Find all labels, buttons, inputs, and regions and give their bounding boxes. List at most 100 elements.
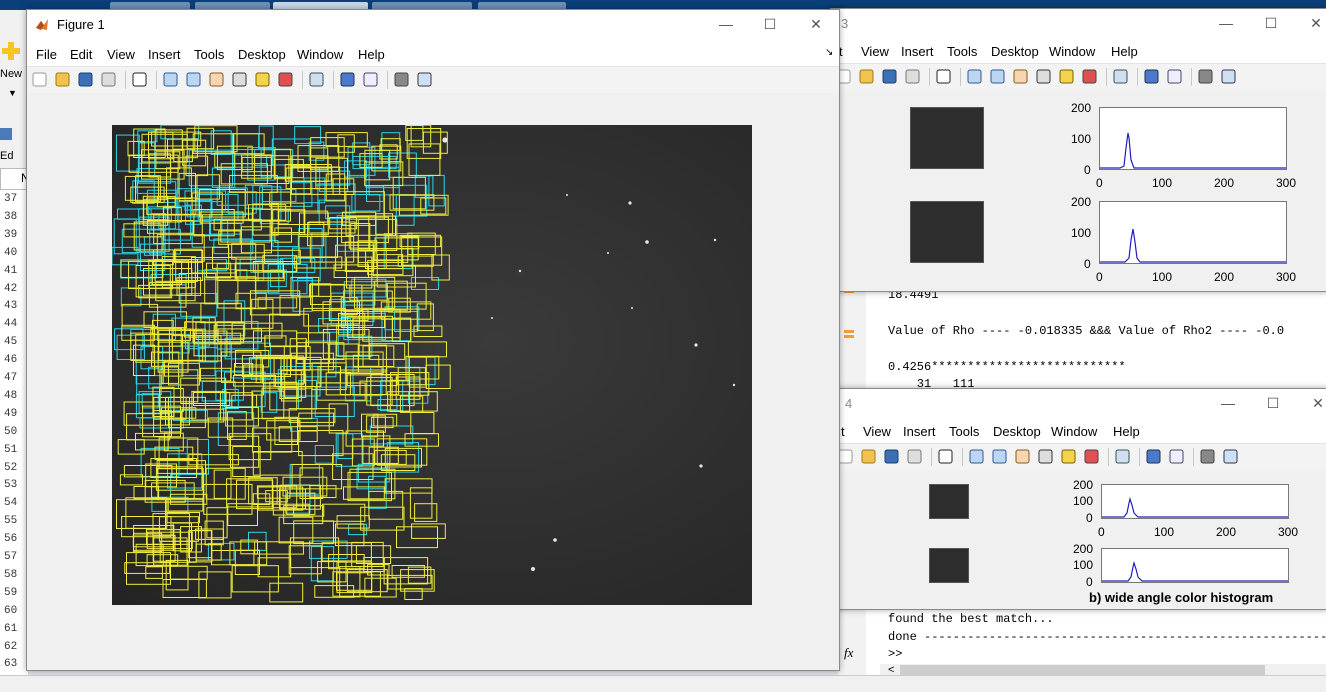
open-file-icon[interactable] bbox=[860, 448, 877, 465]
cmd-prompt[interactable]: >> bbox=[888, 647, 902, 661]
menu-window[interactable]: Window bbox=[1051, 424, 1097, 439]
minimize-icon[interactable]: — bbox=[1211, 13, 1241, 33]
maximize-icon[interactable]: ☐ bbox=[1256, 13, 1286, 33]
colorbar-icon[interactable] bbox=[1143, 68, 1160, 85]
menu-desktop[interactable]: Desktop bbox=[991, 44, 1039, 59]
y-tick: 100 bbox=[1071, 226, 1092, 240]
zoom-in-icon[interactable] bbox=[162, 71, 179, 88]
zoom-out-icon[interactable] bbox=[185, 71, 202, 88]
menu-window[interactable]: Window bbox=[1049, 44, 1095, 59]
fx-icon[interactable]: fx bbox=[844, 645, 853, 661]
zoom-in-icon[interactable] bbox=[968, 448, 985, 465]
new-plus-icon[interactable] bbox=[0, 40, 22, 62]
show-plot-tools-icon[interactable] bbox=[1220, 68, 1237, 85]
dock-arrow-icon[interactable]: ↘ bbox=[825, 47, 833, 58]
rotate-icon[interactable] bbox=[1035, 68, 1052, 85]
print-icon[interactable] bbox=[100, 71, 117, 88]
menu-window[interactable]: Window bbox=[297, 47, 343, 62]
close-icon[interactable]: ✕ bbox=[1301, 13, 1326, 33]
chevron-down-icon[interactable]: ▼ bbox=[8, 88, 17, 98]
menu-view[interactable]: View bbox=[861, 44, 889, 59]
pan-icon[interactable] bbox=[1012, 68, 1029, 85]
pan-icon[interactable] bbox=[1014, 448, 1031, 465]
pointer-icon[interactable] bbox=[937, 448, 954, 465]
close-icon[interactable]: ✕ bbox=[1303, 393, 1326, 413]
legend-icon[interactable] bbox=[362, 71, 379, 88]
data-cursor-icon[interactable] bbox=[1060, 448, 1077, 465]
brush-icon[interactable] bbox=[1083, 448, 1100, 465]
print-icon[interactable] bbox=[906, 448, 923, 465]
y-tick: 200 bbox=[1073, 542, 1094, 556]
link-plot-icon[interactable] bbox=[308, 71, 325, 88]
zoom-out-icon[interactable] bbox=[991, 448, 1008, 465]
link-plot-icon[interactable] bbox=[1112, 68, 1129, 85]
cmd-output-line: found the best match... bbox=[888, 612, 1054, 626]
colorbar-icon[interactable] bbox=[1145, 448, 1162, 465]
toolbar-separator bbox=[960, 68, 961, 86]
line-number: 43 bbox=[4, 300, 18, 313]
menu-view[interactable]: View bbox=[863, 424, 891, 439]
new-file-icon[interactable] bbox=[31, 71, 48, 88]
menu-insert[interactable]: Insert bbox=[903, 424, 936, 439]
menu-insert[interactable]: Insert bbox=[148, 47, 181, 62]
figure-4-titlebar[interactable]: 4 — ☐ ✕ bbox=[833, 389, 1326, 417]
menu-tools[interactable]: Tools bbox=[947, 44, 977, 59]
figure-1-window[interactable]: Figure 1 — ☐ ✕ File Edit View Insert Too… bbox=[26, 9, 840, 671]
figure-3-titlebar[interactable]: 3 — ☐ ✕ bbox=[831, 9, 1326, 37]
save-icon[interactable] bbox=[883, 448, 900, 465]
minimize-icon[interactable]: — bbox=[1213, 393, 1243, 413]
rotate-icon[interactable] bbox=[1037, 448, 1054, 465]
rotate-icon[interactable] bbox=[231, 71, 248, 88]
link-plot-icon[interactable] bbox=[1114, 448, 1131, 465]
minimize-icon[interactable]: — bbox=[711, 14, 741, 34]
menu-view[interactable]: View bbox=[107, 47, 135, 62]
editor-line-gutter: 37 38 39 40 41 42 43 44 45 46 47 48 49 50 51 52 53 54 55 56… bbox=[0, 190, 29, 675]
menu-help[interactable]: Help bbox=[1111, 44, 1138, 59]
show-plot-tools-icon[interactable] bbox=[1222, 448, 1239, 465]
zoom-out-icon[interactable] bbox=[989, 68, 1006, 85]
colorbar-icon[interactable] bbox=[339, 71, 356, 88]
menu-desktop[interactable]: Desktop bbox=[238, 47, 286, 62]
menu-insert[interactable]: Insert bbox=[901, 44, 934, 59]
bright-spot bbox=[531, 567, 535, 571]
menu-tools[interactable]: Tools bbox=[194, 47, 224, 62]
close-icon[interactable]: ✕ bbox=[801, 14, 831, 34]
hide-plot-tools-icon[interactable] bbox=[1197, 68, 1214, 85]
new-button-label[interactable]: New bbox=[0, 68, 22, 80]
brush-icon[interactable] bbox=[277, 71, 294, 88]
open-file-icon[interactable] bbox=[54, 71, 71, 88]
menu-help[interactable]: Help bbox=[1113, 424, 1140, 439]
toolbar-separator bbox=[1193, 448, 1194, 466]
menu-desktop[interactable]: Desktop bbox=[993, 424, 1041, 439]
data-cursor-icon[interactable] bbox=[254, 71, 271, 88]
figure-1-titlebar[interactable]: Figure 1 — ☐ ✕ bbox=[27, 10, 839, 38]
save-icon[interactable] bbox=[77, 71, 94, 88]
maximize-icon[interactable]: ☐ bbox=[755, 14, 785, 34]
figure-4-window[interactable]: 4 — ☐ ✕ t View Insert Tools Desktop Wind… bbox=[832, 388, 1326, 610]
print-icon[interactable] bbox=[904, 68, 921, 85]
open-file-icon[interactable] bbox=[858, 68, 875, 85]
menu-edit[interactable]: t bbox=[841, 424, 845, 439]
line-number: 40 bbox=[4, 246, 18, 259]
hide-plot-tools-icon[interactable] bbox=[393, 71, 410, 88]
menu-tools[interactable]: Tools bbox=[949, 424, 979, 439]
pointer-icon[interactable] bbox=[935, 68, 952, 85]
save-icon[interactable] bbox=[881, 68, 898, 85]
pan-icon[interactable] bbox=[208, 71, 225, 88]
zoom-in-icon[interactable] bbox=[966, 68, 983, 85]
menu-edit[interactable]: Edit bbox=[70, 47, 92, 62]
legend-icon[interactable] bbox=[1166, 68, 1183, 85]
brush-icon[interactable] bbox=[1081, 68, 1098, 85]
pointer-icon[interactable] bbox=[131, 71, 148, 88]
line-number: 41 bbox=[4, 264, 18, 277]
menu-file[interactable]: File bbox=[36, 47, 57, 62]
menu-help[interactable]: Help bbox=[358, 47, 385, 62]
legend-icon[interactable] bbox=[1168, 448, 1185, 465]
show-plot-tools-icon[interactable] bbox=[416, 71, 433, 88]
hide-plot-tools-icon[interactable] bbox=[1199, 448, 1216, 465]
data-cursor-icon[interactable] bbox=[1058, 68, 1075, 85]
figure-3-window[interactable]: 3 — ☐ ✕ t View Insert Tools Desktop Wind… bbox=[830, 8, 1326, 292]
maximize-icon[interactable]: ☐ bbox=[1258, 393, 1288, 413]
editor-tab-label[interactable]: Ed bbox=[0, 150, 13, 162]
arrow-icon[interactable] bbox=[0, 128, 12, 140]
